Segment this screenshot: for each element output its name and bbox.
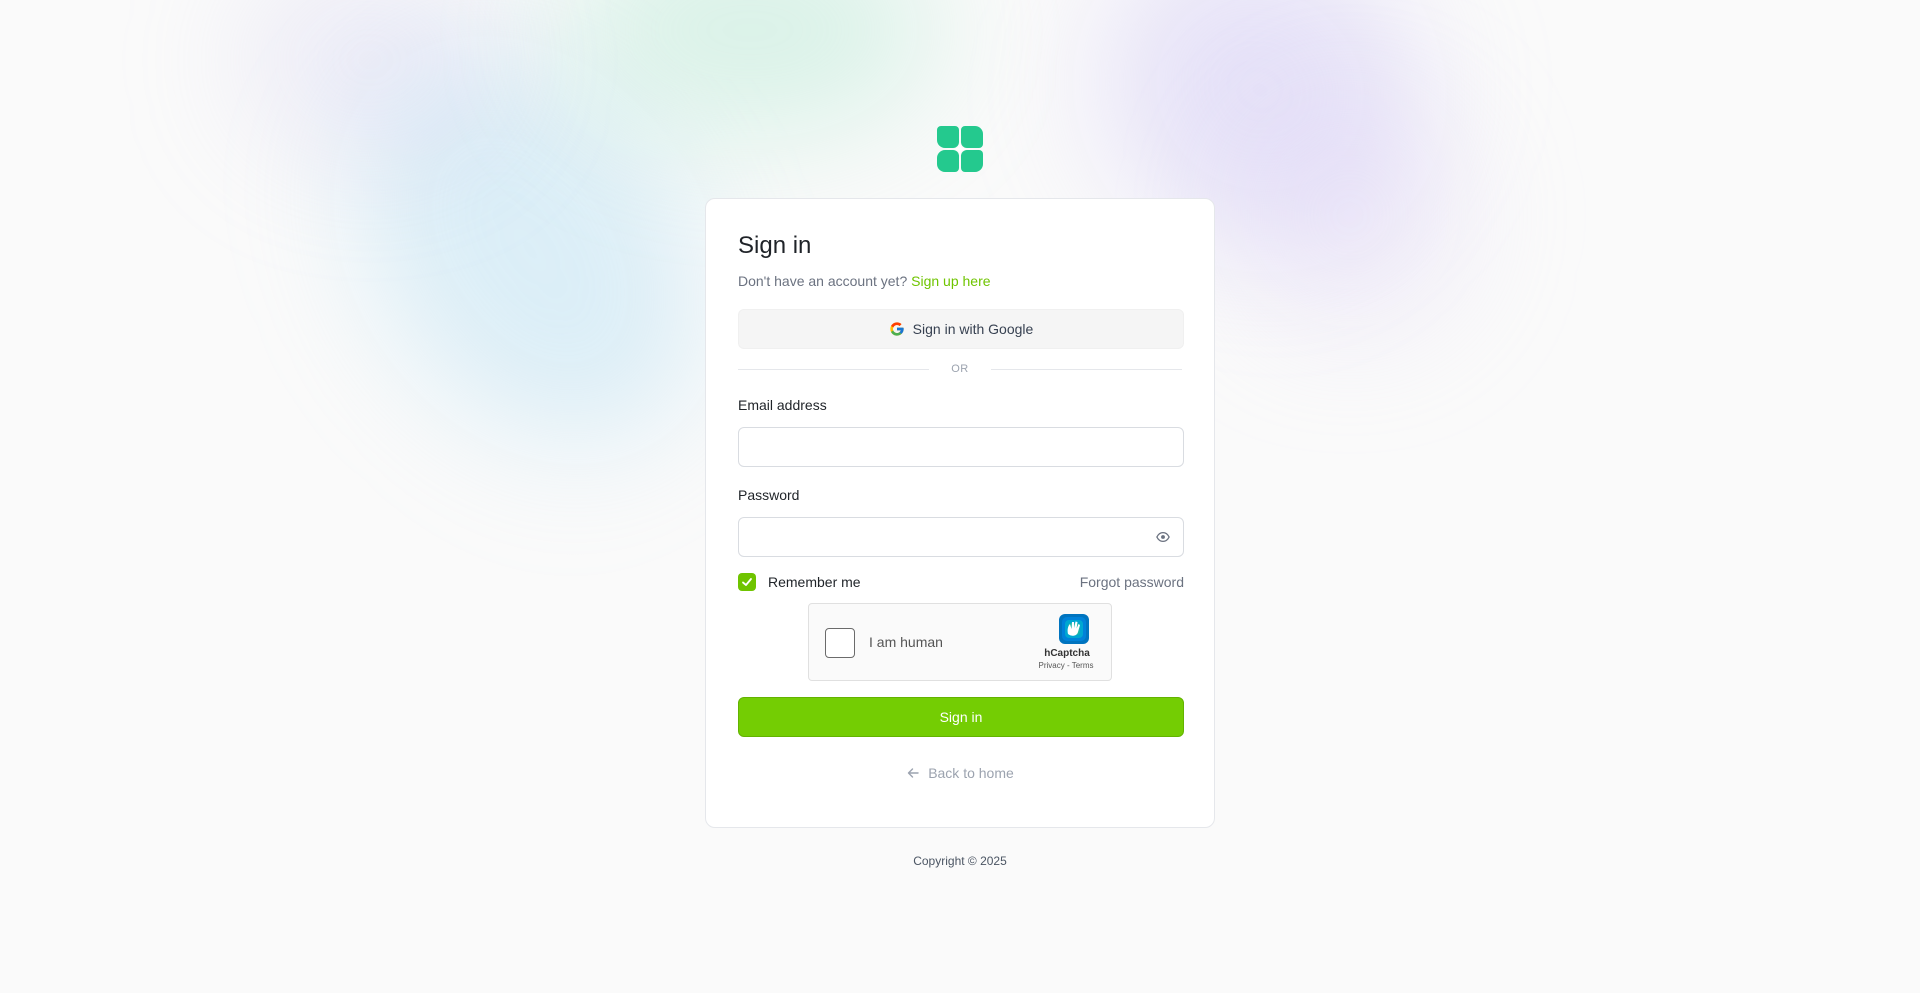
- arrow-left-icon: [907, 768, 919, 778]
- decorative-blob: [286, 0, 774, 509]
- hcaptcha-links[interactable]: Privacy - Terms: [1031, 661, 1101, 670]
- email-label: Email address: [738, 397, 827, 413]
- signin-options-row: Remember me Forgot password: [738, 573, 1184, 591]
- forgot-password-link[interactable]: Forgot password: [1080, 574, 1184, 590]
- divider-text: OR: [951, 363, 969, 375]
- google-signin-label: Sign in with Google: [912, 321, 1034, 337]
- eye-icon[interactable]: [1156, 530, 1170, 544]
- hcaptcha-widget: I am human hCaptcha Privacy - Terms: [808, 603, 1112, 681]
- back-to-home-label: Back to home: [928, 765, 1014, 781]
- decorative-blob: [240, 0, 500, 160]
- captcha-label: I am human: [869, 634, 943, 650]
- signin-card: Sign in Don't have an account yet? Sign …: [705, 198, 1215, 828]
- remember-me-label: Remember me: [768, 574, 861, 590]
- hcaptcha-hand-icon: [1059, 614, 1089, 644]
- back-to-home-link[interactable]: Back to home: [738, 765, 1182, 781]
- google-signin-button[interactable]: Sign in with Google: [738, 309, 1184, 349]
- or-divider: OR: [738, 363, 1182, 375]
- password-field[interactable]: [738, 517, 1184, 557]
- clover-logo-icon[interactable]: [937, 126, 983, 172]
- footer-copyright: Copyright © 2025: [913, 854, 1007, 868]
- checkmark-icon: [742, 578, 752, 586]
- remember-me-toggle[interactable]: Remember me: [738, 573, 861, 591]
- decorative-blob: [560, 0, 940, 140]
- decorative-blob: [1240, 100, 1460, 330]
- google-icon: [890, 322, 904, 336]
- divider-line: [738, 368, 930, 370]
- password-label: Password: [738, 487, 800, 503]
- password-field-wrapper: [738, 517, 1184, 557]
- signup-link[interactable]: Sign up here: [911, 273, 990, 289]
- remember-me-checkbox[interactable]: [738, 573, 756, 591]
- signup-prompt-text: Don't have an account yet?: [738, 273, 908, 289]
- signup-prompt: Don't have an account yet? Sign up here: [738, 271, 1182, 291]
- email-field-wrapper: [738, 427, 1184, 467]
- page-background: Sign in Don't have an account yet? Sign …: [0, 0, 1920, 993]
- captcha-checkbox[interactable]: [825, 628, 855, 658]
- page-title: Sign in: [738, 232, 812, 259]
- divider-line: [990, 368, 1182, 370]
- email-field[interactable]: [738, 427, 1184, 467]
- hcaptcha-brand: hCaptcha: [1044, 648, 1090, 659]
- signin-button[interactable]: Sign in: [738, 697, 1184, 737]
